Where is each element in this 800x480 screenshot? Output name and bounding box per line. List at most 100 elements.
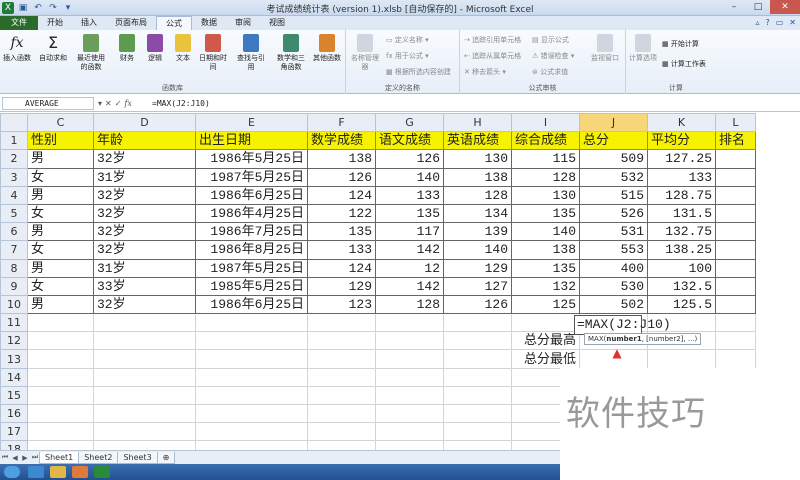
cell[interactable] bbox=[93, 313, 196, 333]
cell[interactable] bbox=[375, 331, 444, 351]
row-header[interactable]: 3 bbox=[0, 167, 28, 187]
data-cell[interactable]: 男 bbox=[27, 294, 94, 315]
cell[interactable] bbox=[27, 331, 94, 351]
max-label-cell[interactable]: 总分最高 bbox=[511, 331, 580, 351]
text-button[interactable]: 文本 bbox=[168, 34, 198, 63]
data-cell[interactable]: 31岁 bbox=[93, 167, 196, 187]
data-cell[interactable]: 138 bbox=[307, 149, 376, 169]
formula-input[interactable]: =MAX(J2:J10) bbox=[152, 97, 792, 110]
data-cell[interactable]: 115 bbox=[511, 149, 580, 169]
data-cell[interactable]: 135 bbox=[511, 203, 580, 224]
data-cell[interactable]: 126 bbox=[375, 149, 444, 169]
cell[interactable] bbox=[93, 403, 196, 424]
lookup-button[interactable]: 查找与引用 bbox=[234, 34, 268, 72]
show-formulas-button[interactable]: ▤ 显示公式 bbox=[532, 36, 569, 45]
data-cell[interactable] bbox=[715, 294, 756, 315]
remove-arrows-button[interactable]: ✕ 移去箭头 ▾ bbox=[464, 68, 506, 77]
cell[interactable] bbox=[307, 422, 376, 442]
cell[interactable] bbox=[375, 313, 444, 333]
data-cell[interactable]: 133 bbox=[375, 185, 444, 205]
row-header[interactable]: 8 bbox=[0, 258, 28, 278]
name-manager-button[interactable]: 名称管理器 bbox=[350, 34, 380, 72]
minimize-button[interactable]: – bbox=[722, 0, 746, 14]
header-cell[interactable]: 出生日期 bbox=[195, 131, 308, 151]
restore-icon[interactable]: ▭ bbox=[776, 16, 784, 30]
data-cell[interactable]: 33岁 bbox=[93, 276, 196, 296]
cell[interactable] bbox=[27, 385, 94, 406]
data-cell[interactable]: 1987年5月25日 bbox=[195, 167, 308, 187]
data-cell[interactable] bbox=[715, 149, 756, 169]
data-cell[interactable]: 135 bbox=[511, 258, 580, 278]
data-cell[interactable]: 117 bbox=[375, 222, 444, 242]
row-header[interactable]: 10 bbox=[0, 294, 28, 315]
cell[interactable] bbox=[307, 385, 376, 406]
create-from-selection-button[interactable]: ▦ 根据所选内容创建 bbox=[386, 68, 451, 77]
cell[interactable] bbox=[195, 422, 308, 442]
cell[interactable] bbox=[443, 403, 512, 424]
cell[interactable] bbox=[375, 349, 444, 369]
cell[interactable] bbox=[307, 367, 376, 387]
cell[interactable] bbox=[715, 331, 756, 351]
sheet-tab-3[interactable]: Sheet3 bbox=[117, 451, 158, 464]
cell[interactable] bbox=[443, 385, 512, 406]
row-header[interactable]: 11 bbox=[0, 313, 28, 333]
column-header-g[interactable]: G bbox=[375, 113, 444, 133]
tab-file[interactable]: 文件 bbox=[0, 16, 38, 30]
sheet-tab-2[interactable]: Sheet2 bbox=[78, 451, 119, 464]
trace-dependents-button[interactable]: ⇠ 追踪从属单元格 bbox=[464, 52, 521, 61]
data-cell[interactable]: 男 bbox=[27, 185, 94, 205]
dropdown-icon[interactable]: ▾ bbox=[98, 97, 102, 110]
define-name-button[interactable]: ▭ 定义名称 ▾ bbox=[386, 36, 429, 45]
close-button[interactable]: ✕ bbox=[770, 0, 800, 14]
cell[interactable] bbox=[443, 331, 512, 351]
data-cell[interactable]: 1986年6月25日 bbox=[195, 294, 308, 315]
cell[interactable] bbox=[307, 403, 376, 424]
recently-used-button[interactable]: 最近使用的函数 bbox=[74, 34, 108, 72]
data-cell[interactable]: 127 bbox=[443, 276, 512, 296]
column-header-j[interactable]: J bbox=[579, 113, 648, 133]
data-cell[interactable]: 12 bbox=[375, 258, 444, 278]
calc-now-button[interactable]: ▦ 开始计算 bbox=[662, 40, 699, 49]
data-cell[interactable]: 400 bbox=[579, 258, 648, 278]
row-header[interactable]: 5 bbox=[0, 203, 28, 224]
data-cell[interactable]: 男 bbox=[27, 149, 94, 169]
help-icon[interactable]: ? bbox=[765, 16, 769, 30]
data-cell[interactable]: 32岁 bbox=[93, 294, 196, 315]
tab-formulas[interactable]: 公式 bbox=[156, 16, 192, 30]
cell[interactable] bbox=[93, 367, 196, 387]
row-header[interactable]: 13 bbox=[0, 349, 28, 369]
cell[interactable] bbox=[195, 367, 308, 387]
close-workbook-icon[interactable]: ✕ bbox=[789, 16, 796, 30]
header-cell[interactable]: 英语成绩 bbox=[443, 131, 512, 151]
data-cell[interactable]: 128.75 bbox=[647, 185, 716, 205]
header-cell[interactable]: 平均分 bbox=[647, 131, 716, 151]
data-cell[interactable]: 1986年8月25日 bbox=[195, 240, 308, 260]
min-label-cell[interactable]: 总分最低 bbox=[511, 349, 580, 369]
cell[interactable] bbox=[27, 349, 94, 369]
header-cell[interactable]: 数学成绩 bbox=[307, 131, 376, 151]
cell[interactable] bbox=[375, 403, 444, 424]
data-cell[interactable]: 130 bbox=[511, 185, 580, 205]
cell[interactable] bbox=[93, 385, 196, 406]
evaluate-formula-button[interactable]: ⊜ 公式求值 bbox=[532, 68, 568, 77]
data-cell[interactable]: 131.5 bbox=[647, 203, 716, 224]
data-cell[interactable] bbox=[715, 276, 756, 296]
column-header-l[interactable]: L bbox=[715, 113, 756, 133]
minimize-ribbon-icon[interactable]: ▵ bbox=[755, 16, 759, 30]
data-cell[interactable]: 32岁 bbox=[93, 222, 196, 242]
calculation-options-button[interactable]: 计算选项 bbox=[628, 34, 658, 63]
financial-button[interactable]: 财务 bbox=[112, 34, 142, 63]
data-cell[interactable]: 140 bbox=[375, 167, 444, 187]
data-cell[interactable]: 132 bbox=[511, 276, 580, 296]
data-cell[interactable]: 126 bbox=[307, 167, 376, 187]
cell[interactable] bbox=[715, 313, 756, 333]
data-cell[interactable] bbox=[715, 222, 756, 242]
cell[interactable] bbox=[93, 422, 196, 442]
cell[interactable] bbox=[715, 349, 756, 369]
column-header-h[interactable]: H bbox=[443, 113, 512, 133]
row-header[interactable]: 9 bbox=[0, 276, 28, 296]
data-cell[interactable]: 526 bbox=[579, 203, 648, 224]
data-cell[interactable]: 1986年7月25日 bbox=[195, 222, 308, 242]
active-cell-editor[interactable]: =MAX(J2:J10) bbox=[574, 315, 671, 335]
cell[interactable] bbox=[195, 349, 308, 369]
